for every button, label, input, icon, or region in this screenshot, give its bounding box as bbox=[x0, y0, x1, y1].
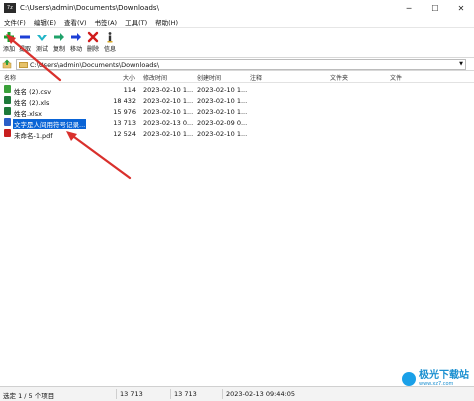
copy-button[interactable]: 复制 bbox=[51, 28, 67, 53]
add-label: 添加 bbox=[2, 46, 15, 53]
file-modified: 2023-02-10 1... bbox=[143, 86, 194, 94]
menu-edit[interactable]: 编辑(E) bbox=[30, 17, 60, 27]
watermark-logo-icon bbox=[402, 372, 416, 386]
file-size: 13 713 bbox=[113, 119, 136, 127]
file-created: 2023-02-10 1... bbox=[197, 97, 248, 105]
menu-bar: 文件(F) 编辑(E) 查看(V) 书签(A) 工具(T) 帮助(H) bbox=[0, 16, 474, 28]
plus-icon bbox=[4, 32, 14, 42]
extract-label: 提取 bbox=[18, 46, 31, 53]
menu-help[interactable]: 帮助(H) bbox=[151, 17, 182, 27]
csv-file-icon bbox=[4, 85, 11, 93]
info-label: 信息 bbox=[103, 46, 116, 53]
menu-view[interactable]: 查看(V) bbox=[60, 17, 91, 27]
excel-file-icon bbox=[4, 96, 11, 104]
file-row[interactable]: 姓名 (2).xls 18 432 2023-02-10 1... 2023-0… bbox=[0, 95, 474, 107]
delete-button[interactable]: 删除 bbox=[85, 28, 101, 53]
column-name[interactable]: 名称 bbox=[4, 73, 16, 82]
chevron-down-icon[interactable]: ▼ bbox=[457, 60, 465, 69]
close-button[interactable]: ✕ bbox=[448, 0, 474, 16]
window-title: C:\Users\admin\Documents\Downloads\ bbox=[20, 4, 159, 12]
file-row[interactable]: 姓名.xlsx 15 976 2023-02-10 1... 2023-02-1… bbox=[0, 106, 474, 118]
file-row[interactable]: 未命名-1.pdf 12 524 2023-02-10 1... 2023-02… bbox=[0, 128, 474, 140]
extract-button[interactable]: 提取 bbox=[17, 28, 33, 53]
copy-label: 复制 bbox=[52, 46, 65, 53]
watermark-main: 极光下载站 bbox=[419, 370, 469, 381]
add-button[interactable]: 添加 bbox=[1, 28, 17, 53]
status-selection: 选定 1 / 5 个项目 bbox=[3, 392, 55, 400]
status-datetime: 2023-02-13 09:44:05 bbox=[226, 390, 296, 398]
file-size: 18 432 bbox=[113, 97, 136, 105]
file-modified: 2023-02-13 0... bbox=[143, 119, 194, 127]
column-size[interactable]: 大小 bbox=[123, 73, 135, 82]
menu-tools[interactable]: 工具(T) bbox=[121, 17, 151, 27]
file-row[interactable]: 姓名 (2).csv 114 2023-02-10 1... 2023-02-1… bbox=[0, 84, 474, 96]
menu-bookmarks[interactable]: 书签(A) bbox=[91, 17, 122, 27]
check-arrow-icon bbox=[37, 35, 47, 41]
copy-arrow-icon bbox=[54, 33, 64, 41]
window-controls: ─ ☐ ✕ bbox=[396, 0, 474, 16]
column-comment[interactable]: 注释 bbox=[250, 73, 262, 82]
status-packed: 13 713 bbox=[174, 390, 197, 398]
file-row-selected[interactable]: 文字是人间用符号记录... 13 713 2023-02-13 0... 202… bbox=[0, 117, 474, 129]
file-size: 114 bbox=[123, 86, 136, 94]
info-button[interactable]: 信息 bbox=[102, 28, 118, 53]
arrow-to-selected-file bbox=[68, 132, 132, 180]
test-label: 测试 bbox=[35, 46, 48, 53]
excel-file-icon bbox=[4, 107, 11, 115]
path-text: C:\Users\admin\Documents\Downloads\ bbox=[30, 60, 160, 69]
column-files[interactable]: 文件 bbox=[390, 73, 402, 82]
up-folder-icon[interactable] bbox=[2, 59, 12, 69]
column-folders[interactable]: 文件夹 bbox=[330, 73, 348, 82]
menu-file[interactable]: 文件(F) bbox=[0, 17, 30, 27]
file-created: 2023-02-10 1... bbox=[197, 130, 248, 138]
delete-label: 删除 bbox=[86, 46, 99, 53]
column-modified[interactable]: 修改时间 bbox=[143, 73, 167, 82]
status-size: 13 713 bbox=[120, 390, 143, 398]
path-input[interactable]: C:\Users\admin\Documents\Downloads\ ▼ bbox=[16, 59, 466, 70]
maximize-button[interactable]: ☐ bbox=[422, 0, 448, 16]
info-icon bbox=[107, 32, 113, 43]
file-created: 2023-02-09 0... bbox=[197, 119, 248, 127]
app-icon: 7z bbox=[4, 3, 16, 13]
move-label: 移动 bbox=[69, 46, 82, 53]
column-created[interactable]: 创建时间 bbox=[197, 73, 221, 82]
move-button[interactable]: 移动 bbox=[68, 28, 84, 53]
file-created: 2023-02-10 1... bbox=[197, 108, 248, 116]
pdf-file-icon bbox=[4, 129, 11, 137]
minimize-button[interactable]: ─ bbox=[396, 0, 422, 16]
file-list-header: 名称 大小 修改时间 创建时间 注释 文件夹 文件 bbox=[0, 71, 474, 83]
file-modified: 2023-02-10 1... bbox=[143, 130, 194, 138]
file-size: 12 524 bbox=[113, 130, 136, 138]
file-modified: 2023-02-10 1... bbox=[143, 97, 194, 105]
watermark: 极光下载站 www.xz7.com bbox=[402, 371, 469, 387]
file-created: 2023-02-10 1... bbox=[197, 86, 248, 94]
folder-icon bbox=[19, 61, 28, 68]
title-bar: 7z C:\Users\admin\Documents\Downloads\ ─… bbox=[0, 0, 474, 16]
move-arrow-icon bbox=[71, 33, 81, 41]
minus-icon bbox=[20, 35, 30, 39]
toolbar: 添加 提取 测试 复制 移动 删除 信息 bbox=[0, 28, 474, 56]
file-name: 未命名-1.pdf bbox=[14, 132, 53, 140]
file-size: 15 976 bbox=[113, 108, 136, 116]
delete-x-icon bbox=[87, 31, 99, 43]
address-bar: C:\Users\admin\Documents\Downloads\ ▼ bbox=[0, 57, 474, 71]
file-modified: 2023-02-10 1... bbox=[143, 108, 194, 116]
test-button[interactable]: 测试 bbox=[34, 28, 50, 53]
status-bar: 选定 1 / 5 个项目 13 713 13 713 2023-02-13 09… bbox=[0, 386, 474, 401]
word-file-icon bbox=[4, 118, 11, 126]
